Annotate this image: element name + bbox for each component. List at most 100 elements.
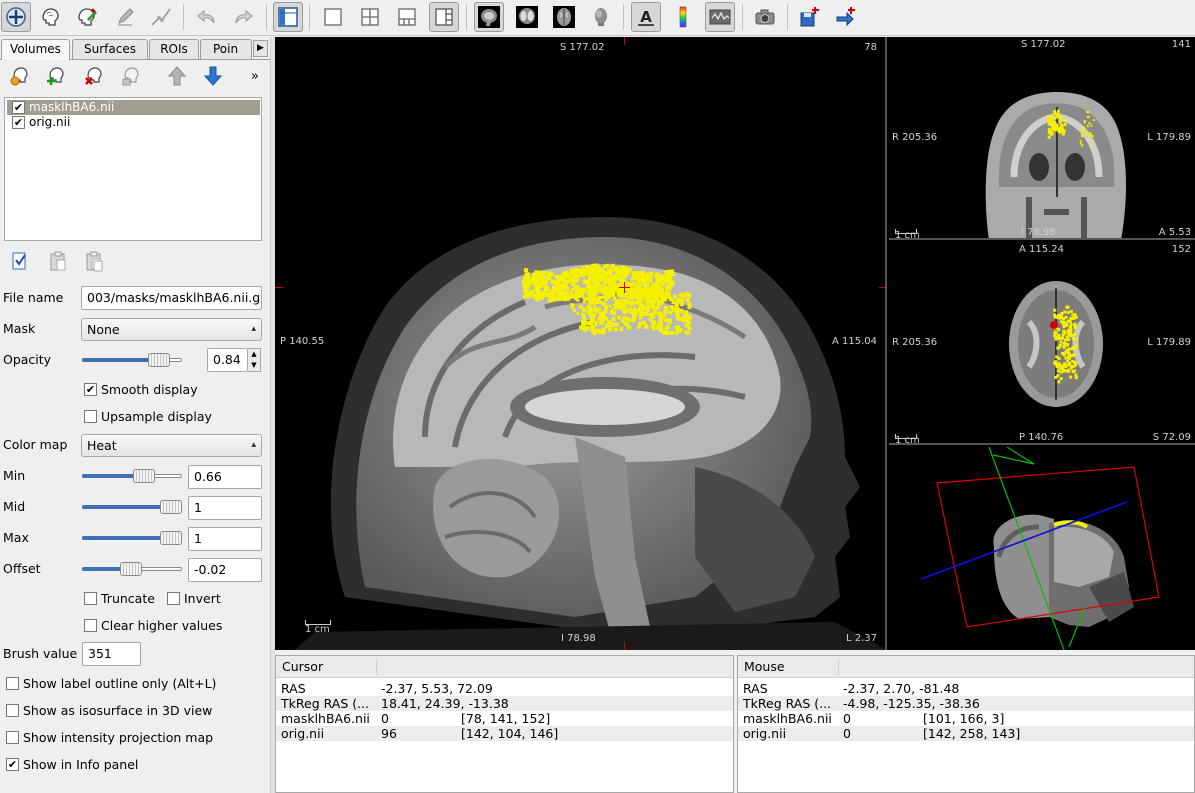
info-row[interactable]: masklhBA6.nii 0 [101, 166, 3] bbox=[738, 711, 1194, 726]
file-name-field[interactable]: 003/masks/masklhBA6.nii.gz bbox=[81, 286, 262, 310]
layer-item-orig[interactable]: ✔ orig.nii bbox=[7, 115, 260, 130]
info-row[interactable]: orig.nii 0 [142, 258, 143] bbox=[738, 726, 1194, 741]
overlay-voxel bbox=[662, 313, 667, 318]
main-view-sagittal-button[interactable] bbox=[474, 2, 504, 32]
opacity-slider[interactable] bbox=[82, 353, 182, 367]
coronal-view[interactable]: S 177.02 141 R 205.36 L 179.89 I 78.98 A… bbox=[889, 37, 1195, 240]
copy-setting-button[interactable] bbox=[6, 247, 34, 275]
tab-volumes[interactable]: Volumes bbox=[1, 39, 70, 60]
show-isosurface-checkbox[interactable]: Show as isosurface in 3D view bbox=[6, 703, 212, 718]
info-row[interactable]: TkReg RAS (... -4.98, -125.35, -38.36 bbox=[738, 696, 1194, 711]
point-set-edit-tool-button[interactable] bbox=[146, 2, 176, 32]
show-intensity-projection-checkbox[interactable]: Show intensity projection map bbox=[6, 730, 213, 745]
main-view-3d-button[interactable] bbox=[586, 2, 616, 32]
info-row-value[interactable]: 0 bbox=[381, 711, 389, 726]
upsample-display-check[interactable] bbox=[84, 410, 97, 423]
info-row-value[interactable]: 96 bbox=[381, 726, 397, 741]
toggle-control-panel-button[interactable] bbox=[273, 2, 303, 32]
tab-point-sets[interactable]: Poin bbox=[200, 39, 252, 59]
undo-button[interactable] bbox=[192, 2, 222, 32]
tab-scroll-right[interactable]: ▶ bbox=[253, 40, 268, 57]
invert-check[interactable] bbox=[167, 592, 180, 605]
info-row[interactable]: masklhBA6.nii 0 [78, 141, 152] bbox=[276, 711, 733, 726]
info-row-value[interactable]: 0 bbox=[843, 711, 851, 726]
info-row-value[interactable]: 18.41, 24.39, -13.38 bbox=[381, 696, 509, 711]
more-actions-button[interactable]: » bbox=[251, 70, 259, 84]
save-screenshot-button[interactable] bbox=[750, 2, 780, 32]
layout-1x1-button[interactable] bbox=[318, 2, 348, 32]
new-volume-button[interactable] bbox=[42, 62, 70, 90]
opacity-spinner[interactable]: ▲ ▼ bbox=[248, 348, 261, 372]
mid-slider[interactable] bbox=[82, 500, 182, 514]
navigate-tool-button[interactable] bbox=[1, 2, 31, 32]
mask-select[interactable]: None ▴ bbox=[81, 318, 262, 341]
recon-edit-tool-button[interactable] bbox=[72, 2, 102, 32]
info-row-value[interactable]: -4.98, -125.35, -38.36 bbox=[843, 696, 980, 711]
layout-2x2-button[interactable] bbox=[355, 2, 385, 32]
show-intensity-projection-check[interactable] bbox=[6, 731, 19, 744]
slider-handle[interactable] bbox=[133, 469, 155, 483]
max-field[interactable]: 1 bbox=[188, 527, 262, 551]
info-row[interactable]: RAS -2.37, 2.70, -81.48 bbox=[738, 681, 1194, 696]
layout-1-3-side-button[interactable] bbox=[429, 2, 459, 32]
save-point-button[interactable] bbox=[795, 2, 825, 32]
slider-handle[interactable] bbox=[120, 562, 142, 576]
move-layer-up-button[interactable] bbox=[163, 62, 191, 90]
brush-value-field[interactable]: 351 bbox=[82, 642, 141, 666]
show-label-outline-check[interactable] bbox=[6, 677, 19, 690]
main-view-axial-button[interactable] bbox=[549, 2, 579, 32]
main-view-sagittal[interactable]: S 177.02 78 P 140.55 A 115.04 I 78.98 L … bbox=[275, 37, 887, 650]
load-volume-button[interactable] bbox=[6, 62, 34, 90]
info-row-value[interactable]: -2.37, 5.53, 72.09 bbox=[381, 681, 493, 696]
tab-surfaces[interactable]: Surfaces bbox=[72, 39, 148, 59]
show-in-info-panel-checkbox[interactable]: ✔ Show in Info panel bbox=[6, 757, 138, 772]
mid-field[interactable]: 1 bbox=[188, 496, 262, 520]
redo-button[interactable] bbox=[228, 2, 258, 32]
toggle-annotation-button[interactable]: A bbox=[631, 2, 661, 32]
opacity-field[interactable]: 0.84 bbox=[207, 348, 248, 372]
smooth-display-checkbox[interactable]: ✔ Smooth display bbox=[84, 382, 198, 397]
offset-field[interactable]: -0.02 bbox=[188, 558, 262, 582]
voxel-edit-tool-button[interactable] bbox=[35, 2, 65, 32]
info-row[interactable]: RAS -2.37, 5.53, 72.09 bbox=[276, 681, 733, 696]
main-view-coronal-button[interactable] bbox=[512, 2, 542, 32]
offset-slider[interactable] bbox=[82, 562, 182, 576]
upsample-display-checkbox[interactable]: Upsample display bbox=[84, 409, 212, 424]
3d-view[interactable] bbox=[889, 447, 1195, 650]
info-row[interactable]: TkReg RAS (... 18.41, 24.39, -13.38 bbox=[276, 696, 733, 711]
layer-visible-checkbox[interactable]: ✔ bbox=[12, 101, 25, 114]
axial-view[interactable]: A 115.24 152 R 205.36 L 179.89 P 140.76 … bbox=[889, 242, 1195, 445]
goto-point-button[interactable] bbox=[831, 2, 861, 32]
layer-visible-checkbox[interactable]: ✔ bbox=[12, 116, 25, 129]
save-volume-button[interactable] bbox=[117, 62, 145, 90]
truncate-checkbox[interactable]: Truncate bbox=[84, 591, 155, 606]
layout-1-3-button[interactable] bbox=[392, 2, 422, 32]
paste-all-button[interactable] bbox=[80, 247, 108, 275]
color-map-select[interactable]: Heat ▴ bbox=[81, 434, 262, 457]
info-row-value[interactable]: -2.37, 2.70, -81.48 bbox=[843, 681, 959, 696]
move-layer-down-button[interactable] bbox=[199, 62, 227, 90]
slider-handle[interactable] bbox=[160, 531, 182, 545]
toggle-info-panel-button[interactable] bbox=[705, 2, 735, 32]
slider-handle[interactable] bbox=[160, 500, 182, 514]
roi-edit-tool-button[interactable] bbox=[110, 2, 140, 32]
min-field[interactable]: 0.66 bbox=[188, 465, 262, 489]
tab-rois[interactable]: ROIs bbox=[149, 39, 199, 59]
toggle-colorbar-button[interactable] bbox=[668, 2, 698, 32]
paste-setting-button[interactable] bbox=[44, 247, 72, 275]
slider-handle[interactable] bbox=[148, 353, 170, 367]
clear-higher-check[interactable] bbox=[84, 619, 97, 632]
info-row[interactable]: orig.nii 96 [142, 104, 146] bbox=[276, 726, 733, 741]
max-slider[interactable] bbox=[82, 531, 182, 545]
min-slider[interactable] bbox=[82, 469, 182, 483]
show-in-info-panel-check[interactable]: ✔ bbox=[6, 758, 19, 771]
invert-checkbox[interactable]: Invert bbox=[167, 591, 221, 606]
layer-item-mask[interactable]: ✔ masklhBA6.nii bbox=[7, 100, 260, 115]
close-volume-button[interactable] bbox=[80, 62, 108, 90]
truncate-check[interactable] bbox=[84, 592, 97, 605]
smooth-display-check[interactable]: ✔ bbox=[84, 383, 97, 396]
info-row-value[interactable]: 0 bbox=[843, 726, 851, 741]
show-isosurface-check[interactable] bbox=[6, 704, 19, 717]
show-label-outline-checkbox[interactable]: Show label outline only (Alt+L) bbox=[6, 676, 216, 691]
clear-higher-checkbox[interactable]: Clear higher values bbox=[84, 618, 222, 633]
